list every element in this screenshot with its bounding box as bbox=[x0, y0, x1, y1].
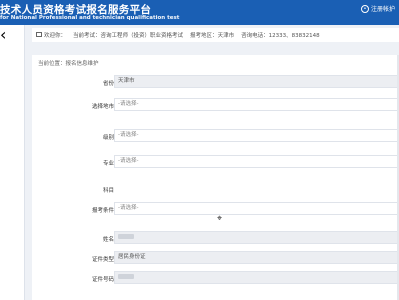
label-subject: 科目 bbox=[102, 188, 114, 194]
consult-phone: 咨询电话：12333、83832148 bbox=[241, 33, 320, 39]
user-icon: • bbox=[360, 4, 369, 13]
mouse-cursor-icon: ⌖ bbox=[217, 214, 223, 224]
redacted-value bbox=[118, 274, 134, 279]
info-bar: 欢迎你： 当前考试：咨询工程师（投资）职业资格考试 报考地区：天津市 咨询电话：… bbox=[32, 28, 399, 42]
user-link-label: 注册帐护 bbox=[370, 6, 395, 13]
condition-select[interactable]: -请选择- bbox=[114, 202, 399, 215]
label-id-type: 证件类型 bbox=[91, 257, 114, 263]
welcome: 欢迎你： bbox=[36, 31, 66, 39]
redacted-value bbox=[118, 234, 134, 239]
user-menu[interactable]: • 注册帐护 bbox=[360, 4, 395, 13]
label-id-number: 证件号码 bbox=[91, 277, 114, 283]
platform-subtitle: for National Professional and technician… bbox=[0, 15, 180, 21]
current-exam: 当前考试：咨询工程师（投资）职业资格考试 bbox=[73, 33, 184, 39]
sidebar-collapse-button[interactable]: ‹ bbox=[0, 25, 25, 300]
home-icon bbox=[36, 32, 42, 37]
label-condition: 报考条件 bbox=[91, 208, 114, 214]
major-select[interactable]: -请选择- bbox=[114, 155, 399, 168]
level-select[interactable]: -请选择- bbox=[114, 129, 399, 142]
breadcrumb: 当前位置：报名信息维护 bbox=[38, 61, 99, 67]
province-field: 天津市 bbox=[114, 75, 399, 88]
id-type-field: 居民身份证 bbox=[114, 251, 399, 264]
label-city: 选择地市 bbox=[91, 104, 114, 110]
label-name: 姓名 bbox=[102, 237, 114, 243]
name-field bbox=[114, 231, 399, 244]
city-select[interactable]: -请选择- bbox=[114, 98, 399, 111]
id-number-field bbox=[114, 271, 399, 284]
header-banner: 技术人员资格考试报名服务平台 for National Professional… bbox=[0, 0, 399, 25]
label-major: 专业 bbox=[102, 161, 114, 167]
label-level: 级别 bbox=[102, 135, 114, 141]
form-panel: 当前位置：报名信息维护 省份 天津市 选择地市 -请选择- 级别 -请选择- 专… bbox=[32, 55, 399, 300]
label-province: 省份 bbox=[102, 81, 114, 87]
exam-region: 报考地区：天津市 bbox=[190, 33, 235, 39]
